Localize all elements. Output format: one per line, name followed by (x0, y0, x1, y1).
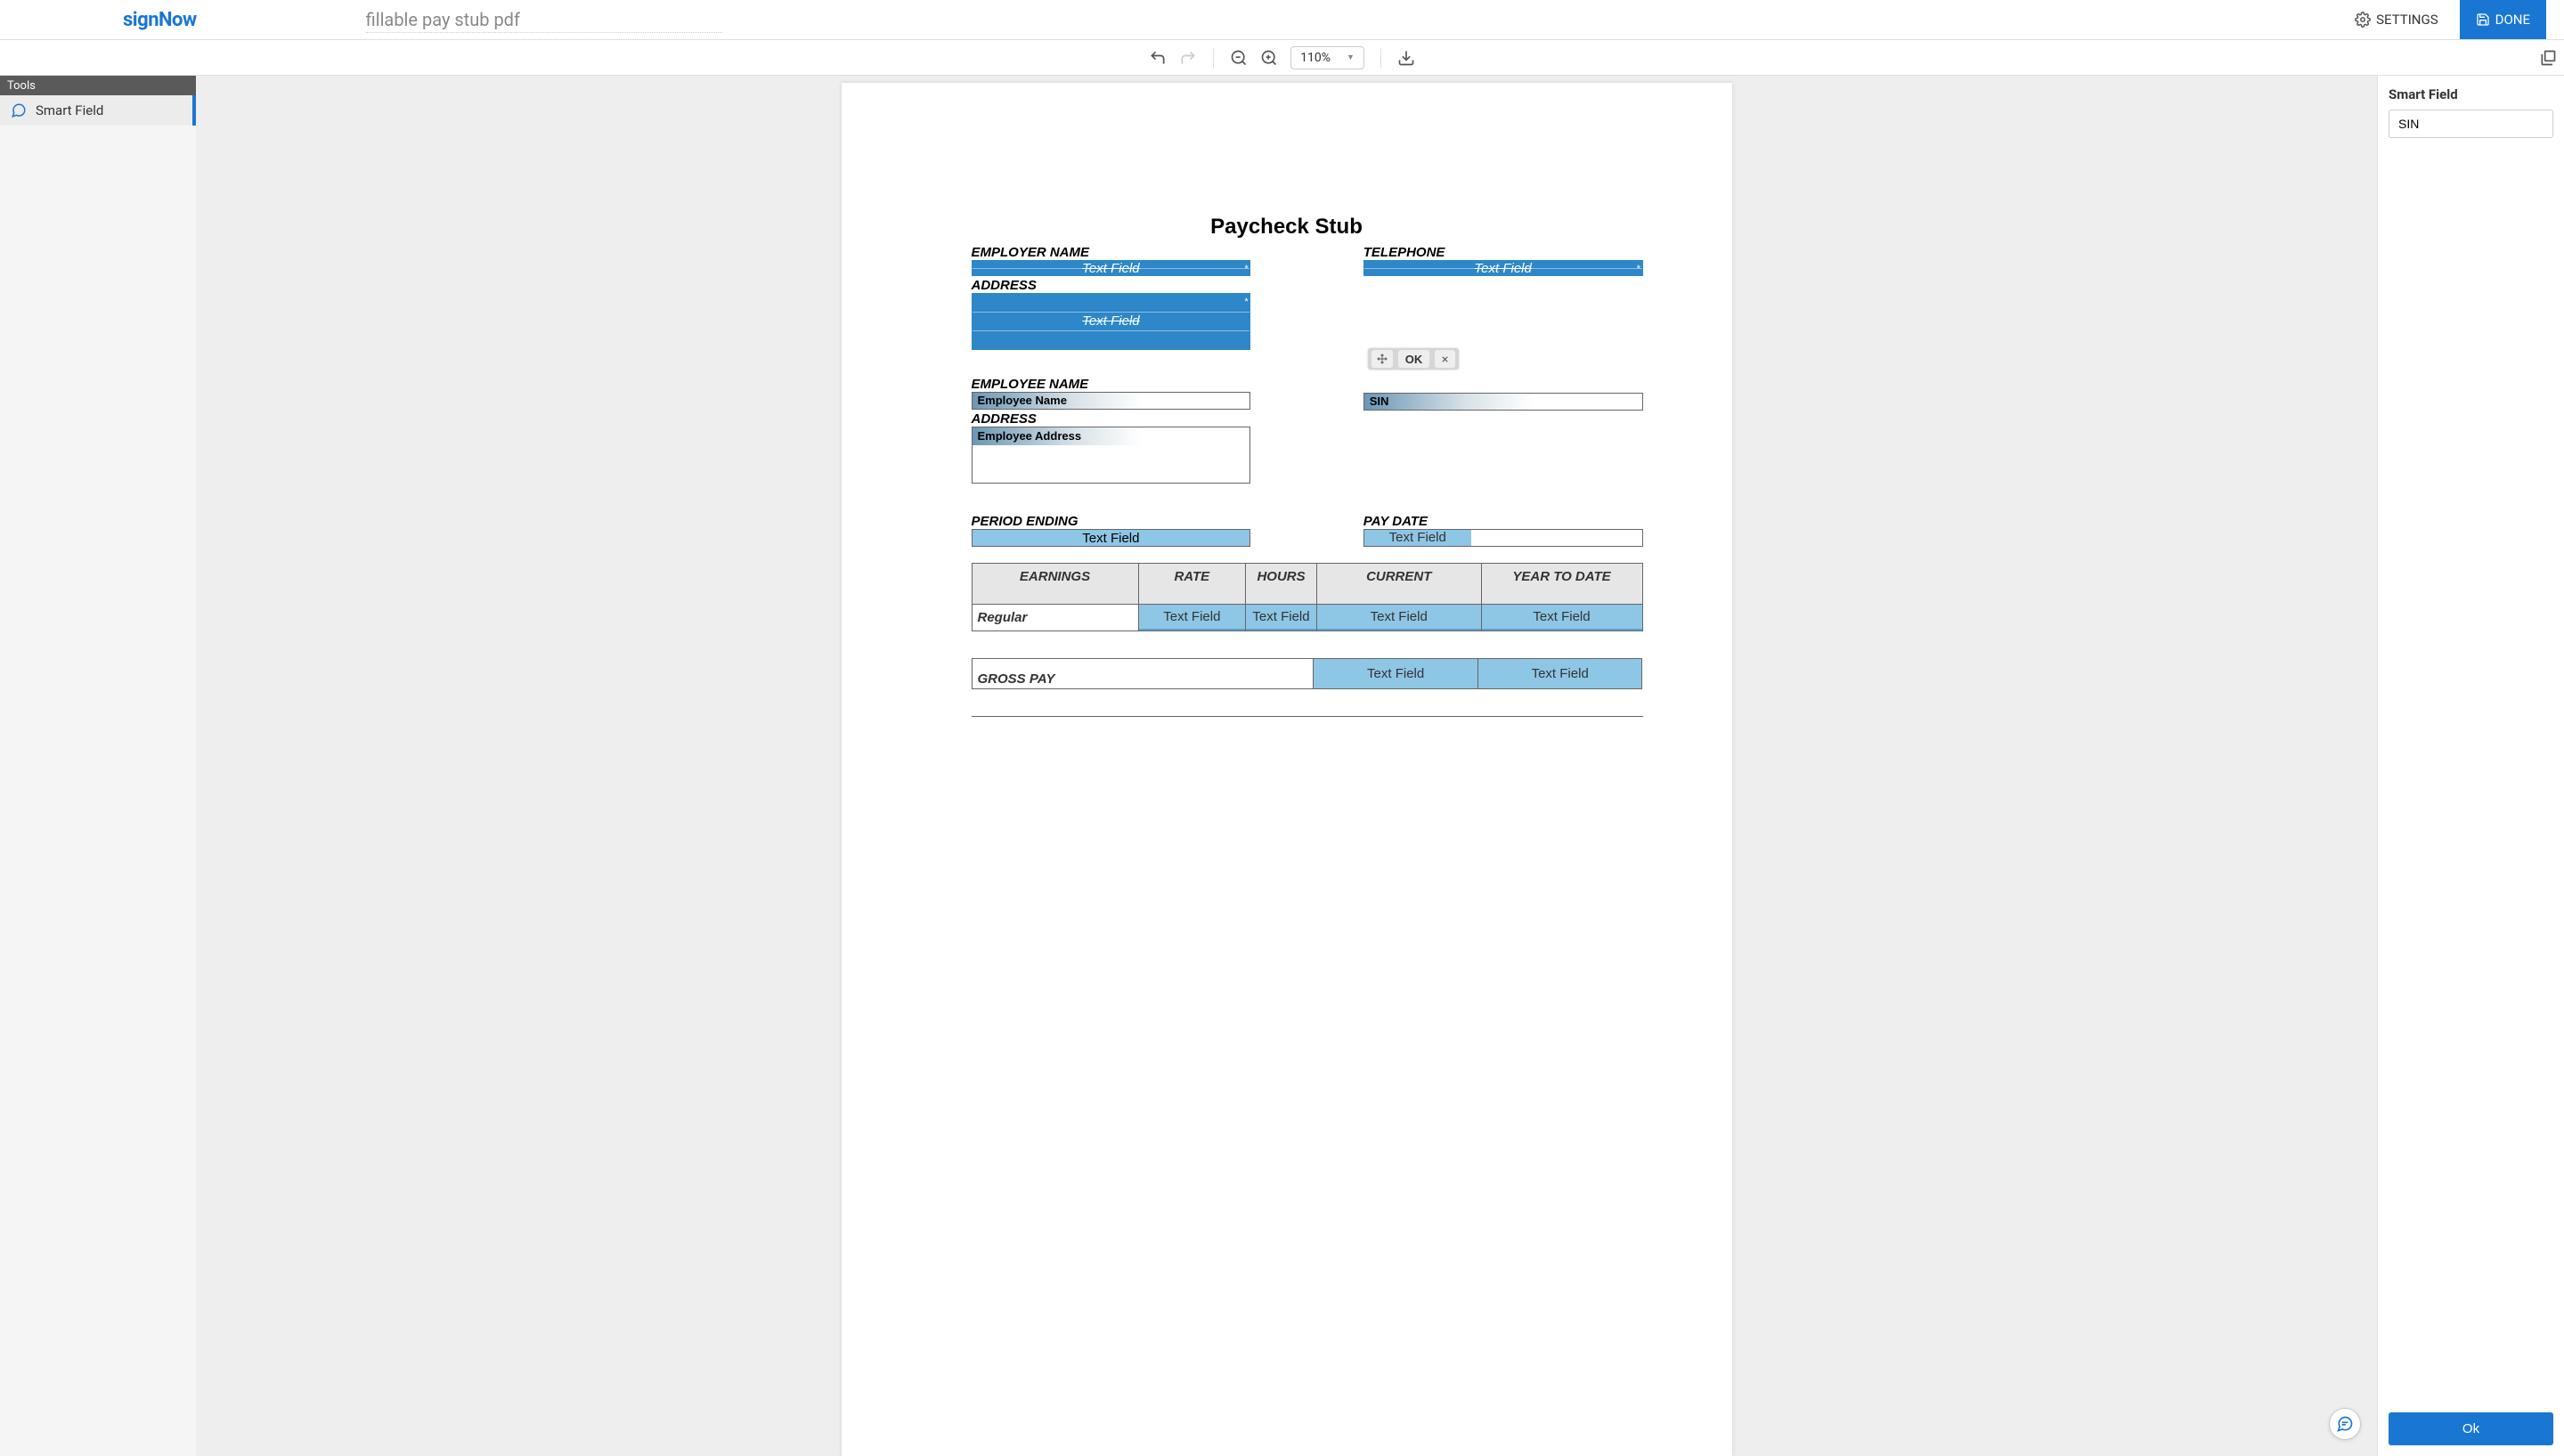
editor-toolbar: 110% ▼ (0, 40, 2564, 76)
redo-button[interactable] (1179, 49, 1197, 67)
document-canvas[interactable]: Paycheck Stub EMPLOYER NAME Text Field* … (196, 76, 2377, 1456)
label-gross-pay: GROSS PAY (972, 658, 1315, 689)
field-inline-toolbar: OK (1368, 348, 1460, 370)
chat-bubble-icon (11, 102, 27, 118)
th-earnings: EARNINGS (972, 564, 1138, 605)
tool-smart-field[interactable]: Smart Field (0, 95, 196, 126)
field-ytd[interactable]: Text Field (1482, 605, 1642, 630)
field-pay-date[interactable]: Text Field (1363, 529, 1643, 547)
label-employer-address: ADDRESS (972, 278, 1251, 293)
th-hours: HOURS (1246, 564, 1317, 605)
field-ok-button[interactable]: OK (1398, 350, 1430, 368)
app-logo: signNow (123, 9, 197, 31)
label-employer-name: EMPLOYER NAME (972, 245, 1251, 260)
pages-panel-button[interactable] (2539, 49, 2557, 67)
label-telephone: TELEPHONE (1363, 245, 1643, 260)
save-icon (2476, 12, 2490, 27)
zoom-value: 110% (1300, 51, 1331, 65)
chat-fab-button[interactable] (2329, 1408, 2361, 1440)
left-tools-panel: Tools Smart Field (0, 76, 196, 1456)
field-current[interactable]: Text Field (1317, 605, 1481, 630)
field-period-ending[interactable]: Text Field (972, 529, 1251, 547)
zoom-dropdown[interactable]: 110% ▼ (1290, 46, 1364, 69)
field-hours[interactable]: Text Field (1246, 605, 1316, 630)
app-header: signNow fillable pay stub pdf SETTINGS D… (0, 0, 2564, 40)
document-name-input[interactable]: fillable pay stub pdf (366, 7, 722, 33)
earnings-table: EARNINGS RATE HOURS CURRENT YEAR TO DATE… (972, 563, 1643, 631)
page-title: Paycheck Stub (842, 83, 1732, 240)
gross-pay-row: GROSS PAY Text Field Text Field (972, 658, 1643, 689)
field-rate[interactable]: Text Field (1139, 605, 1246, 630)
field-sin[interactable]: SIN (1363, 393, 1643, 411)
field-gross-current[interactable]: Text Field (1314, 658, 1478, 689)
label-period-ending: PERIOD ENDING (972, 514, 1251, 529)
th-ytd: YEAR TO DATE (1481, 564, 1642, 605)
zoom-in-button[interactable] (1260, 49, 1278, 67)
undo-button[interactable] (1149, 49, 1167, 67)
field-telephone[interactable]: Text Field* (1363, 260, 1643, 276)
settings-button[interactable]: SETTINGS (2342, 4, 2451, 35)
panel-title: Smart Field (2389, 86, 2553, 102)
tools-header: Tools (0, 76, 196, 95)
document-page: Paycheck Stub EMPLOYER NAME Text Field* … (842, 83, 1732, 1456)
tool-label: Smart Field (36, 102, 103, 118)
right-properties-panel: Smart Field Ok (2377, 76, 2564, 1456)
field-employer-address[interactable]: Text Field* (972, 293, 1251, 350)
field-gross-ytd[interactable]: Text Field (1478, 658, 1643, 689)
done-label: DONE (2495, 12, 2530, 28)
toolbar-divider (1213, 48, 1214, 68)
th-current: CURRENT (1316, 564, 1481, 605)
field-employee-address[interactable]: Employee Address (972, 427, 1251, 484)
field-employee-name[interactable]: Employee Name (972, 392, 1251, 410)
move-handle[interactable] (1372, 350, 1393, 368)
ok-button[interactable]: Ok (2389, 1412, 2553, 1445)
label-employee-name: EMPLOYEE NAME (972, 377, 1251, 392)
toolbar-divider (1380, 48, 1381, 68)
field-close-button[interactable] (1435, 350, 1455, 368)
done-button[interactable]: DONE (2460, 0, 2546, 39)
label-pay-date: PAY DATE (1363, 514, 1643, 529)
row-label-regular: Regular (973, 606, 1138, 629)
table-header-row: EARNINGS RATE HOURS CURRENT YEAR TO DATE (972, 564, 1642, 605)
settings-label: SETTINGS (2376, 12, 2438, 28)
zoom-out-button[interactable] (1230, 49, 1248, 67)
label-employee-address: ADDRESS (972, 411, 1251, 427)
download-button[interactable] (1397, 49, 1415, 67)
smart-field-name-input[interactable] (2389, 110, 2553, 138)
gear-icon (2355, 12, 2371, 28)
chat-icon (2336, 1415, 2354, 1433)
field-employer-name[interactable]: Text Field* (972, 260, 1251, 276)
th-rate: RATE (1138, 564, 1246, 605)
table-row: Regular Text Field Text Field Text Field… (972, 605, 1642, 631)
chevron-down-icon: ▼ (1347, 53, 1355, 62)
